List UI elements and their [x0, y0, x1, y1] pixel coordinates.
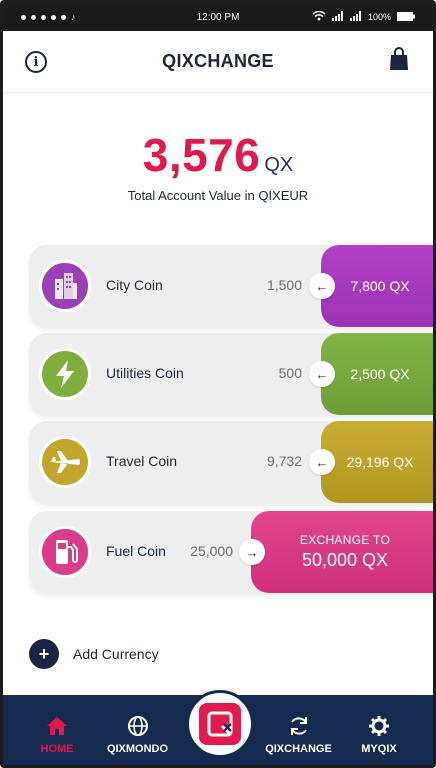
coin-row-fuel[interactable]: Fuel Coin 25,000 EXCHANGE TO 50,000 QX →: [29, 511, 433, 593]
coin-value[interactable]: 2,500 QX: [321, 333, 433, 415]
coin-balance: 9,732: [266, 453, 302, 469]
refresh-icon: [287, 714, 311, 738]
total-label: Total Account Value in QIXEUR: [127, 188, 309, 203]
globe-icon: [126, 714, 150, 738]
total-amount: 3,576: [142, 129, 261, 181]
exchange-label: EXCHANGE TO: [299, 533, 391, 547]
qx-center-button[interactable]: [186, 690, 254, 758]
coin-balance: 1,500: [266, 277, 302, 293]
fuel-pump-icon: [39, 526, 91, 578]
coin-name: City Coin: [106, 277, 163, 293]
lightning-bolt-icon: [39, 348, 91, 400]
coin-value[interactable]: 7,800 QX: [321, 245, 433, 327]
nav-label: QIXMONDO: [106, 743, 169, 755]
info-icon[interactable]: i: [25, 51, 47, 73]
coin-value: 50,000 QX: [301, 550, 389, 570]
coin-name: Travel Coin: [106, 453, 178, 469]
coin-row-city[interactable]: City Coin 1,500 7,800 QX ←: [29, 245, 433, 327]
qx-logo-icon: [199, 703, 241, 745]
coin-row-travel[interactable]: Travel Coin 9,732 29,196 QX ←: [29, 421, 433, 503]
gear-icon: [367, 714, 391, 738]
add-currency-button[interactable]: + Add Currency: [29, 639, 159, 669]
shopping-bag-icon[interactable]: [389, 47, 409, 73]
nav-item-home[interactable]: HOME: [17, 714, 97, 755]
app-header: i QIXCHANGE: [3, 31, 433, 93]
coin-balance: 500: [278, 365, 302, 381]
arrow-left-icon: ←: [309, 361, 335, 387]
battery-percent: 100%: [367, 12, 391, 22]
status-bar: ♪ 12:00 PM 100%: [3, 3, 433, 31]
nav-item-qixchange[interactable]: QIXCHANGE: [259, 714, 339, 755]
nav-label: HOME: [40, 743, 74, 755]
coin-row-utilities[interactable]: Utilities Coin 500 2,500 QX ←: [29, 333, 433, 415]
city-buildings-icon: [39, 260, 91, 312]
plus-icon: +: [29, 639, 59, 669]
coin-value[interactable]: 29,196 QX: [321, 421, 433, 503]
airplane-icon: [39, 436, 91, 488]
nav-label: QIXCHANGE: [265, 743, 332, 755]
total-account-value: 3,576 QX Total Account Value in QIXEUR: [3, 128, 433, 203]
coin-name: Utilities Coin: [106, 365, 184, 381]
nav-item-myqix[interactable]: MYQIX: [339, 714, 419, 755]
home-icon: [45, 714, 69, 738]
arrow-left-icon: ←: [309, 449, 335, 475]
arrow-left-icon: ←: [309, 273, 335, 299]
coin-balance: 25,000: [190, 543, 233, 559]
coin-name: Fuel Coin: [106, 543, 166, 559]
wifi-icon: [312, 10, 326, 23]
total-unit: QX: [264, 154, 294, 176]
arrow-right-icon: →: [239, 539, 265, 565]
signal-icon-2: [349, 11, 362, 23]
signal-icon: [331, 11, 344, 23]
exchange-button[interactable]: EXCHANGE TO 50,000 QX: [251, 511, 433, 593]
page-title: QIXCHANGE: [162, 51, 274, 71]
add-currency-label: Add Currency: [73, 646, 159, 662]
nav-label: MYQIX: [361, 743, 397, 755]
phone-frame: ♪ 12:00 PM 100% i QIXCHANGE 3,576 QX Tot…: [0, 0, 436, 768]
nav-item-qixmondo[interactable]: QIXMONDO: [98, 714, 178, 755]
battery-icon: [397, 11, 415, 23]
